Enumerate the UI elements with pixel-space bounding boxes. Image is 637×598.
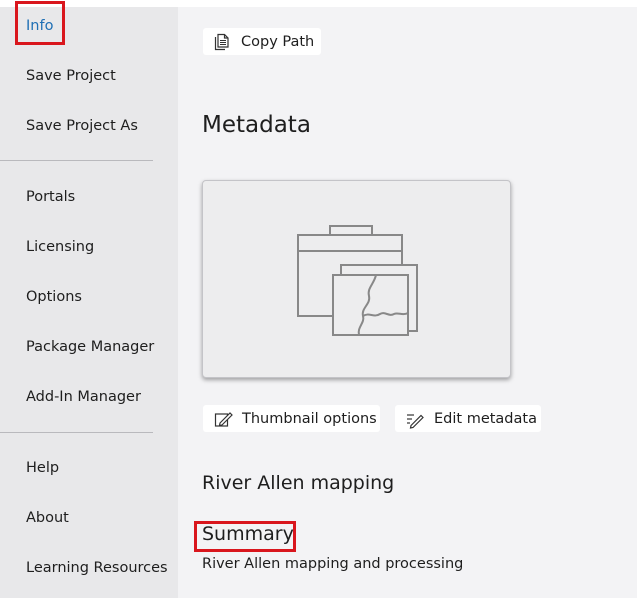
edit-metadata-button[interactable]: Edit metadata	[395, 405, 541, 432]
sidebar-item-save-project-as[interactable]: Save Project As	[26, 116, 138, 136]
metadata-title: Metadata	[202, 112, 311, 138]
map-folder-icon	[297, 225, 418, 336]
highlight-box-summary	[194, 521, 296, 552]
sidebar-divider	[0, 432, 153, 433]
sidebar-item-save-project[interactable]: Save Project	[26, 66, 116, 86]
thumbnail-options-button[interactable]: Thumbnail options	[203, 405, 380, 432]
sidebar-item-package-manager[interactable]: Package Manager	[26, 337, 154, 357]
summary-text: River Allen mapping and processing	[202, 556, 464, 572]
project-title: River Allen mapping	[202, 472, 395, 494]
sidebar-item-options[interactable]: Options	[26, 287, 82, 307]
edit-lines-icon	[405, 409, 425, 429]
thumbnail-options-label: Thumbnail options	[242, 410, 377, 427]
sidebar-item-about[interactable]: About	[26, 508, 69, 528]
copy-path-label: Copy Path	[241, 33, 315, 50]
project-thumbnail	[202, 180, 511, 378]
edit-metadata-label: Edit metadata	[434, 410, 537, 427]
sidebar-item-portals[interactable]: Portals	[26, 187, 75, 207]
edit-image-icon	[213, 409, 233, 429]
sidebar-item-add-in-manager[interactable]: Add-In Manager	[26, 387, 141, 407]
sidebar-item-learning-resources[interactable]: Learning Resources	[26, 558, 168, 578]
sidebar-item-help[interactable]: Help	[26, 458, 59, 478]
sidebar-divider	[0, 160, 153, 161]
backstage-view: Info Save Project Save Project As Portal…	[0, 0, 637, 598]
copy-path-button[interactable]: Copy Path	[203, 28, 321, 55]
highlight-box-info	[15, 1, 65, 45]
top-strip	[178, 0, 637, 7]
copy-document-icon	[212, 32, 232, 52]
sidebar-item-licensing[interactable]: Licensing	[26, 237, 94, 257]
